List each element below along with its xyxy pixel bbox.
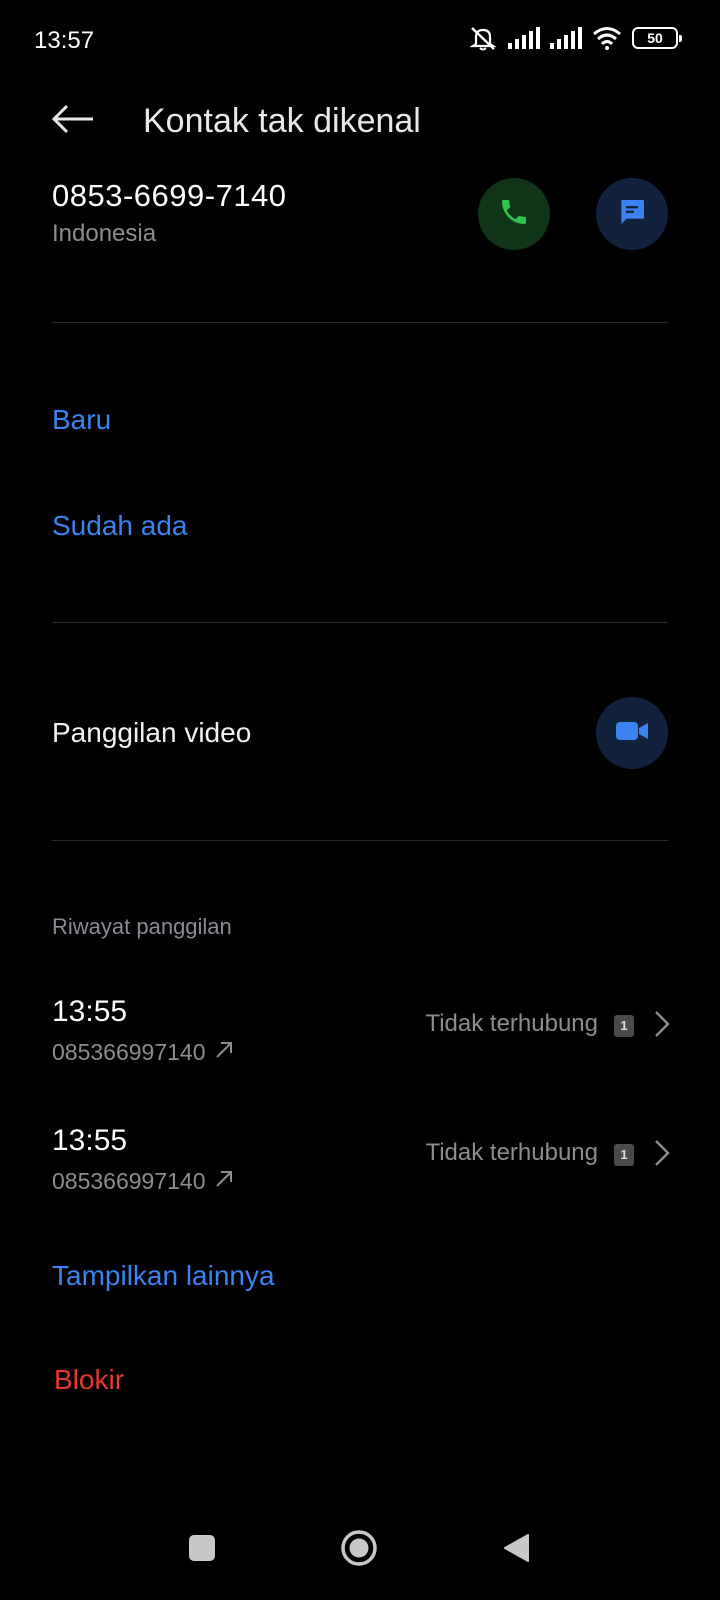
battery-icon: 50 (632, 27, 682, 49)
nav-back-button[interactable] (486, 1520, 546, 1580)
arrow-left-icon (51, 104, 95, 139)
home-button[interactable] (329, 1520, 389, 1580)
video-call-button[interactable] (596, 697, 668, 769)
sim-badge: 1 (614, 1015, 634, 1037)
call-number-row: 085366997140 (52, 1039, 234, 1066)
sim-badge: 1 (614, 1144, 634, 1166)
call-status: Tidak terhubung (425, 1139, 598, 1166)
phone-icon (498, 196, 530, 233)
block-button[interactable]: Blokir (54, 1364, 124, 1396)
page-title: Kontak tak dikenal (143, 102, 421, 140)
call-time: 13:55 (52, 1124, 128, 1157)
call-history-item[interactable]: 13:55 085366997140 Tidak terhubung 1 (0, 1124, 720, 1224)
show-more-link[interactable]: Tampilkan lainnya (52, 1260, 275, 1292)
divider (52, 622, 668, 623)
video-call-label[interactable]: Panggilan video (52, 717, 251, 749)
divider (52, 322, 668, 323)
status-time: 13:57 (34, 27, 95, 54)
wifi-icon (592, 26, 622, 50)
phone-region: Indonesia (52, 220, 157, 247)
call-number: 085366997140 (52, 1039, 206, 1065)
mute-icon (468, 25, 498, 51)
call-status: Tidak terhubung (425, 1010, 598, 1037)
status-bar: 13:57 50 (0, 0, 720, 84)
back-button[interactable] (48, 96, 98, 146)
header: Kontak tak dikenal (0, 84, 720, 184)
recents-square-icon (188, 1534, 216, 1567)
message-icon (616, 196, 648, 233)
call-time: 13:55 (52, 995, 128, 1028)
phone-number: 0853-6699-7140 (52, 178, 287, 213)
divider (52, 840, 668, 841)
screen: 13:57 50 Kontak tak dikenal 0853-6699-71… (0, 0, 720, 1600)
existing-contact-link[interactable]: Sudah ada (52, 510, 187, 542)
outgoing-arrow-icon (214, 1168, 234, 1195)
call-history-label: Riwayat panggilan (52, 914, 232, 939)
outgoing-arrow-icon (214, 1039, 234, 1066)
chevron-right-icon (654, 1138, 670, 1173)
back-triangle-icon (502, 1533, 530, 1568)
new-contact-link[interactable]: Baru (52, 404, 111, 436)
chevron-right-icon (654, 1009, 670, 1044)
call-number-row: 085366997140 (52, 1168, 234, 1195)
signal-icon (550, 27, 582, 49)
navigation-bar (0, 1520, 720, 1590)
message-button[interactable] (596, 178, 668, 250)
home-circle-icon (340, 1529, 378, 1572)
recents-button[interactable] (172, 1520, 232, 1580)
call-number: 085366997140 (52, 1168, 206, 1194)
call-button[interactable] (478, 178, 550, 250)
status-icons: 50 (468, 25, 682, 51)
call-history-item[interactable]: 13:55 085366997140 Tidak terhubung 1 (0, 995, 720, 1095)
video-camera-icon (615, 718, 649, 749)
signal-icon (508, 27, 540, 49)
